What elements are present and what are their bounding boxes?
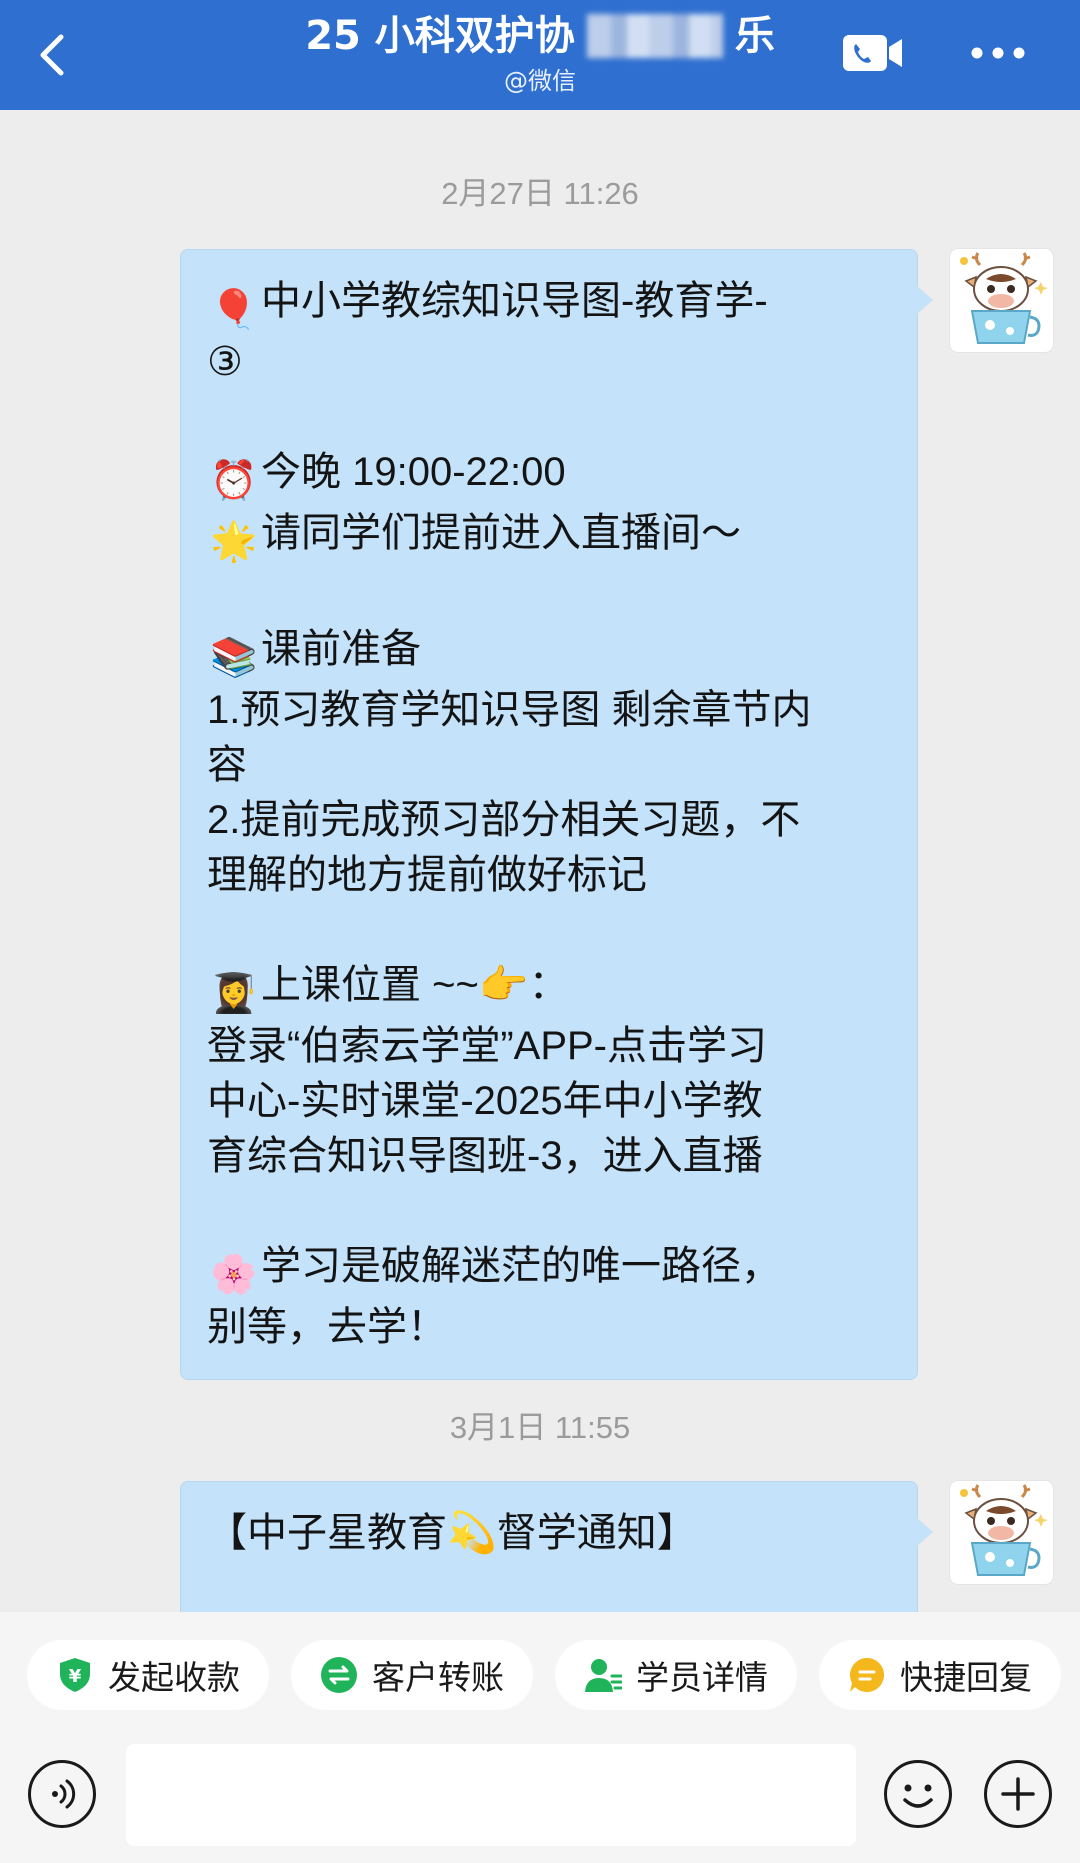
message-line: 育综合知识导图班-3，进入直播 — [207, 1129, 891, 1184]
message-text: 学习是破解迷茫的唯一路径， — [261, 1244, 781, 1288]
message-line — [207, 390, 891, 445]
message-text: 育综合知识导图班-3，进入直播 — [207, 1134, 763, 1178]
chat-title-area: 25 小科双护协 乐 @微信 — [150, 8, 930, 96]
chat-header: 25 小科双护协 乐 @微信 — [0, 0, 1080, 110]
message-line: 别等，去学！ — [207, 1300, 891, 1355]
emoji-icon: 🌟 — [210, 521, 258, 563]
message-line — [207, 903, 891, 958]
quick-reply-button[interactable]: 快捷回复 — [819, 1640, 1061, 1710]
payment-shield-icon: ¥ — [60, 1658, 90, 1692]
message-text: 课前准备 — [261, 627, 421, 671]
transfer-icon — [321, 1657, 357, 1693]
message-line: 2.提前完成预习部分相关习题，不 — [207, 793, 891, 848]
message-text: 理解的地方提前做好标记 — [207, 853, 647, 897]
cow-avatar-icon — [960, 1484, 1048, 1576]
message-text: 今晚 19:00-22:00 — [261, 450, 566, 494]
student-detail-button[interactable]: 学员详情 — [555, 1640, 797, 1710]
chat-title-right: 乐 — [734, 13, 775, 59]
chat-title-left: 25 小科双护协 — [305, 13, 575, 59]
quick-reply-icon — [850, 1658, 885, 1692]
message-text: 1.预习教育学知识导图 剩余章节内 — [207, 688, 812, 732]
bubble-tail — [917, 286, 933, 314]
voice-input-icon — [52, 1779, 76, 1809]
more-functions-button[interactable] — [984, 1760, 1052, 1828]
message-timestamp: 3月1日 11:55 — [449, 1410, 631, 1445]
video-call-icon — [843, 35, 902, 71]
quick-action-label: 客户转账 — [372, 1658, 504, 1697]
svg-text:¥: ¥ — [69, 1666, 82, 1687]
message-text: 容 — [207, 743, 247, 787]
message-text: 登录“伯索云学堂”APP-点击学习 — [207, 1024, 767, 1068]
student-detail-icon — [585, 1659, 622, 1692]
avatar[interactable] — [950, 1481, 1053, 1584]
bubble-tail — [917, 1518, 933, 1546]
emoji-icon — [903, 1784, 933, 1808]
message-text: ③ — [207, 340, 243, 384]
video-call-button[interactable] — [840, 30, 906, 76]
quick-actions-row: ¥ 发起收款 客户转账 学员详情 快捷回复 — [0, 1640, 1080, 1710]
emoji-icon: 🌸 — [210, 1254, 258, 1296]
message-line: 📚课前准备 — [207, 622, 891, 683]
message-line: 🌟请同学们提前进入直播间～ — [207, 506, 891, 567]
redacted-name — [586, 14, 723, 58]
message-text: 【中子星教育💫督学通知】 — [207, 1511, 697, 1555]
emoji-button[interactable] — [884, 1760, 952, 1828]
emoji-icon: 📚 — [210, 637, 258, 679]
message-input[interactable] — [126, 1744, 856, 1846]
message-line: 🌸学习是破解迷茫的唯一路径， — [207, 1239, 891, 1300]
chevron-left-icon — [40, 34, 64, 76]
message-timestamp: 2月27日 11:26 — [441, 176, 639, 211]
quick-action-label: 发起收款 — [108, 1658, 240, 1697]
more-button[interactable] — [966, 30, 1030, 76]
message-line: 🎈中小学教综知识导图-教育学- — [207, 274, 891, 335]
message-line: ③ — [207, 335, 891, 390]
quick-action-label: 学员详情 — [636, 1658, 768, 1697]
cow-avatar-icon — [960, 252, 1048, 344]
chat-title: 25 小科双护协 乐 — [305, 8, 775, 64]
message-text: 请同学们提前进入直播间～ — [261, 511, 741, 555]
message-line — [207, 567, 891, 622]
input-row — [0, 1738, 1080, 1848]
message-text: 中小学教综知识导图-教育学- — [261, 279, 768, 323]
more-dots-icon — [971, 47, 1025, 59]
message-line: 1.预习教育学知识导图 剩余章节内 — [207, 683, 891, 738]
emoji-icon: 👩‍🎓 — [210, 973, 258, 1015]
plus-icon — [1001, 1777, 1035, 1811]
emoji-icon: 🎈 — [210, 289, 258, 331]
message-bubble[interactable]: 🎈中小学教综知识导图-教育学- ③ ⏰今晚 19:00-22:00 🌟请同学们提前进入… — [180, 249, 933, 1380]
message-line: 👩‍🎓上课位置 ~~👉： — [207, 958, 891, 1019]
customer-transfer-button[interactable]: 客户转账 — [291, 1640, 533, 1710]
message-line: 容 — [207, 738, 891, 793]
message-line — [207, 1184, 891, 1239]
message-line: 中心-实时课堂-2025年中小学教 — [207, 1074, 891, 1129]
quick-action-label: 快捷回复 — [900, 1658, 1032, 1697]
message-line: 登录“伯索云学堂”APP-点击学习 — [207, 1019, 891, 1074]
message-text: 别等，去学！ — [207, 1305, 447, 1349]
message-line: 【中子星教育💫督学通知】 — [207, 1506, 891, 1561]
chat-messages[interactable]: 2月27日 11:26 🎈中小学教综知识导图-教育学- ③ ⏰今晚 19:00-22… — [0, 110, 1080, 1612]
voice-input-button[interactable] — [28, 1760, 96, 1828]
emoji-icon: ⏰ — [210, 460, 258, 502]
message-bubble[interactable]: 【中子星教育💫督学通知】 — [180, 1481, 933, 1612]
message-text: 上课位置 ~~👉： — [261, 963, 569, 1007]
start-payment-button[interactable]: ¥ 发起收款 — [27, 1640, 269, 1710]
message-line: 理解的地方提前做好标记 — [207, 848, 891, 903]
avatar[interactable] — [950, 249, 1053, 352]
message-text: 中心-实时课堂-2025年中小学教 — [207, 1079, 763, 1123]
message-text: 2.提前完成预习部分相关习题，不 — [207, 798, 801, 842]
bottom-toolbar: ¥ 发起收款 客户转账 学员详情 快捷回复 — [0, 1612, 1080, 1863]
message-line: ⏰今晚 19:00-22:00 — [207, 445, 891, 506]
chat-subtitle: @微信 — [504, 67, 576, 95]
back-button[interactable] — [22, 22, 82, 88]
